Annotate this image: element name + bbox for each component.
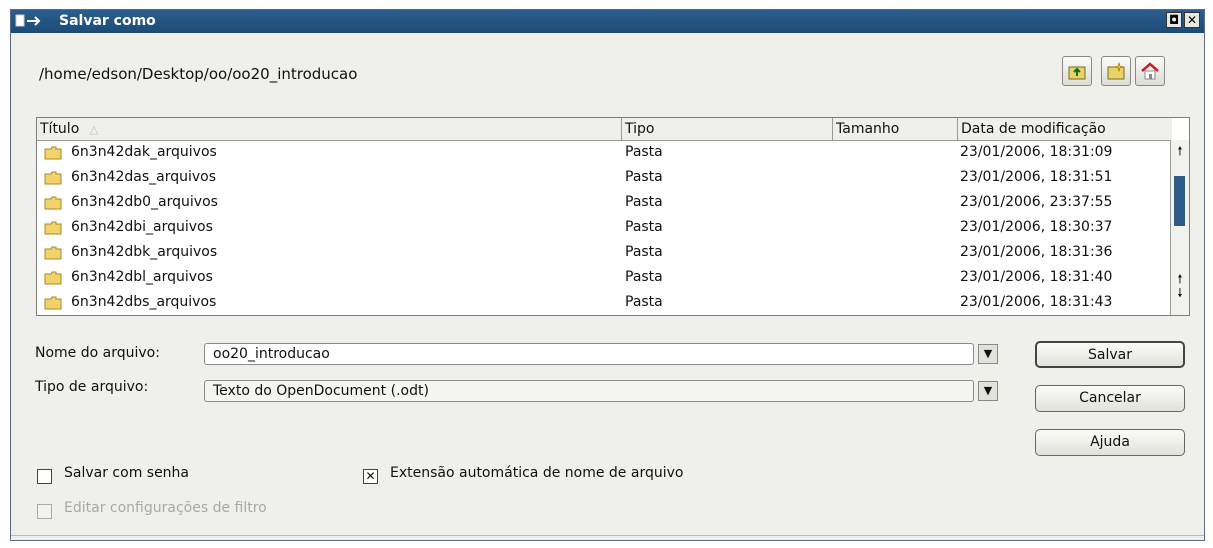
file-type: Pasta [625, 194, 663, 210]
help-button[interactable]: Ajuda [1035, 429, 1185, 456]
file-row[interactable]: 6n3n42db0_arquivos Pasta 23/01/2006, 23:… [37, 190, 1172, 215]
cancel-button[interactable]: Cancelar [1035, 385, 1185, 412]
file-row[interactable]: 6n3n42dbk_arquivos Pasta 23/01/2006, 18:… [37, 240, 1172, 265]
auto-extension-checkbox[interactable]: ✕ [363, 469, 378, 484]
create-new-folder-icon [1107, 62, 1125, 80]
file-type: Pasta [625, 144, 663, 160]
up-one-level-icon [1068, 66, 1086, 80]
file-name: 6n3n42db0_arquivos [71, 194, 218, 210]
file-name: 6n3n42dbi_arquivos [71, 219, 213, 235]
create-new-folder-button[interactable] [1101, 56, 1131, 86]
file-type: Pasta [625, 294, 663, 310]
current-path: /home/edson/Desktop/oo/oo20_introducao [39, 65, 358, 83]
folder-icon [44, 221, 62, 235]
file-name: 6n3n42dbl_arquivos [71, 269, 213, 285]
filename-input[interactable]: oo20_introducao [204, 343, 974, 365]
up-one-level-button[interactable] [1062, 56, 1092, 86]
file-row[interactable]: 6n3n42dbi_arquivos Pasta 23/01/2006, 18:… [37, 215, 1172, 240]
file-type: Pasta [625, 269, 663, 285]
file-modified: 23/01/2006, 18:31:51 [960, 169, 1113, 185]
file-row[interactable]: 6n3n42dbs_arquivos Pasta 23/01/2006, 18:… [37, 290, 1172, 315]
restore-button[interactable]: ◘ [1166, 12, 1182, 28]
default-directory-button[interactable] [1135, 56, 1165, 86]
bottom-divider [11, 535, 1204, 540]
filetype-label: Tipo de arquivo: [35, 379, 149, 395]
file-list[interactable]: Título △ Tipo Tamanho Data de modificaçã… [36, 117, 1190, 316]
folder-icon [44, 246, 62, 260]
sort-ascending-icon: △ [89, 123, 99, 136]
file-name: 6n3n42das_arquivos [71, 169, 217, 185]
edit-filter-settings-label: Editar configurações de filtro [64, 500, 267, 516]
auto-extension-label: Extensão automática de nome de arquivo [390, 465, 684, 481]
dialog-title: Salvar como [59, 13, 156, 29]
file-list-header: Título △ Tipo Tamanho Data de modificaçã… [37, 118, 1172, 141]
scroll-up-icon[interactable]: 🠕 [1173, 144, 1187, 158]
file-modified: 23/01/2006, 18:31:09 [960, 144, 1113, 160]
folder-icon [44, 196, 62, 210]
scroll-thumb[interactable] [1174, 176, 1185, 226]
column-title-label: Título [40, 121, 80, 137]
save-button[interactable]: Salvar [1035, 341, 1185, 368]
filetype-dropdown-icon[interactable]: ▼ [978, 381, 998, 401]
folder-icon [44, 296, 62, 310]
folder-icon [44, 171, 62, 185]
file-name: 6n3n42dbs_arquivos [71, 294, 217, 310]
column-header-size[interactable]: Tamanho [833, 118, 958, 140]
filename-dropdown-icon[interactable]: ▼ [978, 344, 998, 364]
file-type: Pasta [625, 169, 663, 185]
save-with-password-label: Salvar com senha [64, 465, 190, 481]
folder-icon [44, 146, 62, 160]
file-type: Pasta [625, 244, 663, 260]
file-modified: 23/01/2006, 18:31:36 [960, 244, 1113, 260]
edit-filter-settings-checkbox [37, 504, 52, 519]
scroll-down-icon[interactable]: 🠗 [1173, 286, 1187, 300]
column-header-type[interactable]: Tipo [622, 118, 833, 140]
title-bar[interactable]: Salvar como ◘ ✕ [11, 10, 1204, 33]
file-row[interactable]: 6n3n42dak_arquivos Pasta 23/01/2006, 18:… [37, 140, 1172, 165]
file-modified: 23/01/2006, 23:37:55 [960, 194, 1113, 210]
save-as-dialog: Salvar como ◘ ✕ /home/edson/Desktop/oo/o… [10, 9, 1205, 541]
filetype-select[interactable]: Texto do OpenDocument (.odt) [204, 380, 974, 402]
column-header-title[interactable]: Título △ [37, 118, 622, 140]
file-row[interactable]: 6n3n42das_arquivos Pasta 23/01/2006, 18:… [37, 165, 1172, 190]
file-modified: 23/01/2006, 18:30:37 [960, 219, 1113, 235]
app-icon [15, 14, 41, 27]
close-button[interactable]: ✕ [1184, 12, 1200, 28]
vertical-scrollbar[interactable]: 🠕 🠕 🠗 [1170, 140, 1189, 315]
scroll-up-small-icon[interactable]: 🠕 [1173, 272, 1187, 286]
file-modified: 23/01/2006, 18:31:40 [960, 269, 1113, 285]
save-with-password-checkbox[interactable] [37, 469, 52, 484]
folder-icon [44, 271, 62, 285]
file-row[interactable]: 6n3n42dbl_arquivos Pasta 23/01/2006, 18:… [37, 265, 1172, 290]
file-modified: 23/01/2006, 18:31:43 [960, 294, 1113, 310]
filename-label: Nome do arquivo: [35, 345, 160, 361]
file-type: Pasta [625, 219, 663, 235]
home-icon [1141, 62, 1159, 80]
column-header-modified[interactable]: Data de modificação [958, 118, 1172, 140]
file-name: 6n3n42dak_arquivos [71, 144, 217, 160]
file-name: 6n3n42dbk_arquivos [71, 244, 218, 260]
